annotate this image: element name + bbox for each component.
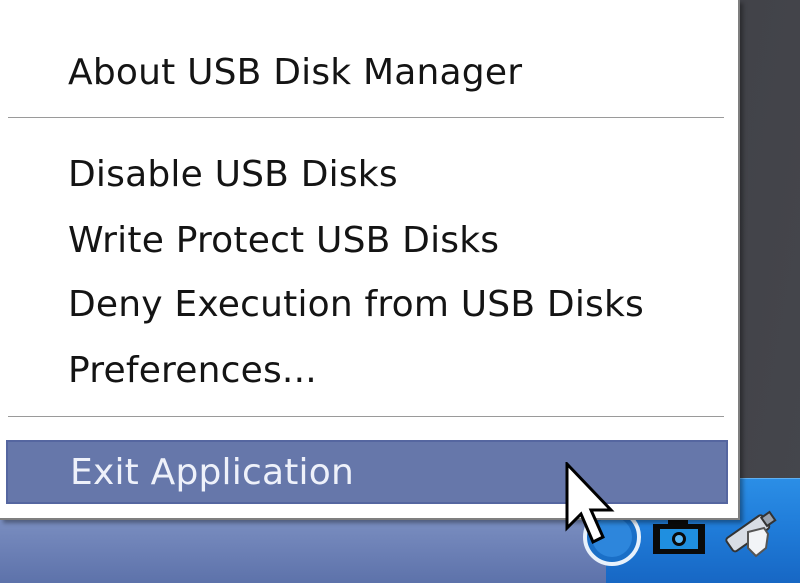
menu-item-label: Deny Execution from USB Disks <box>68 283 644 325</box>
menu-item-label: About USB Disk Manager <box>68 51 523 93</box>
menu-item-label: Preferences... <box>68 349 317 391</box>
menu-separator <box>8 117 724 119</box>
menu-item-preferences[interactable]: Preferences... <box>6 342 728 398</box>
menu-item-disable-usb-disks[interactable]: Disable USB Disks <box>6 146 728 202</box>
menu-item-label: Write Protect USB Disks <box>68 219 500 261</box>
menu-item-deny-execution[interactable]: Deny Execution from USB Disks <box>6 276 728 332</box>
menu-item-about[interactable]: About USB Disk Manager <box>6 44 728 100</box>
camera-icon[interactable] <box>650 514 708 558</box>
menu-item-label: Exit Application <box>70 451 354 493</box>
menu-separator <box>8 416 724 418</box>
context-menu: About USB Disk Manager Disable USB Disks… <box>0 0 740 520</box>
desktop-background: About USB Disk Manager Disable USB Disks… <box>0 0 800 583</box>
menu-item-write-protect-usb-disks[interactable]: Write Protect USB Disks <box>6 212 728 268</box>
menu-item-label: Disable USB Disks <box>68 153 398 195</box>
mouse-pointer-icon <box>565 462 615 545</box>
